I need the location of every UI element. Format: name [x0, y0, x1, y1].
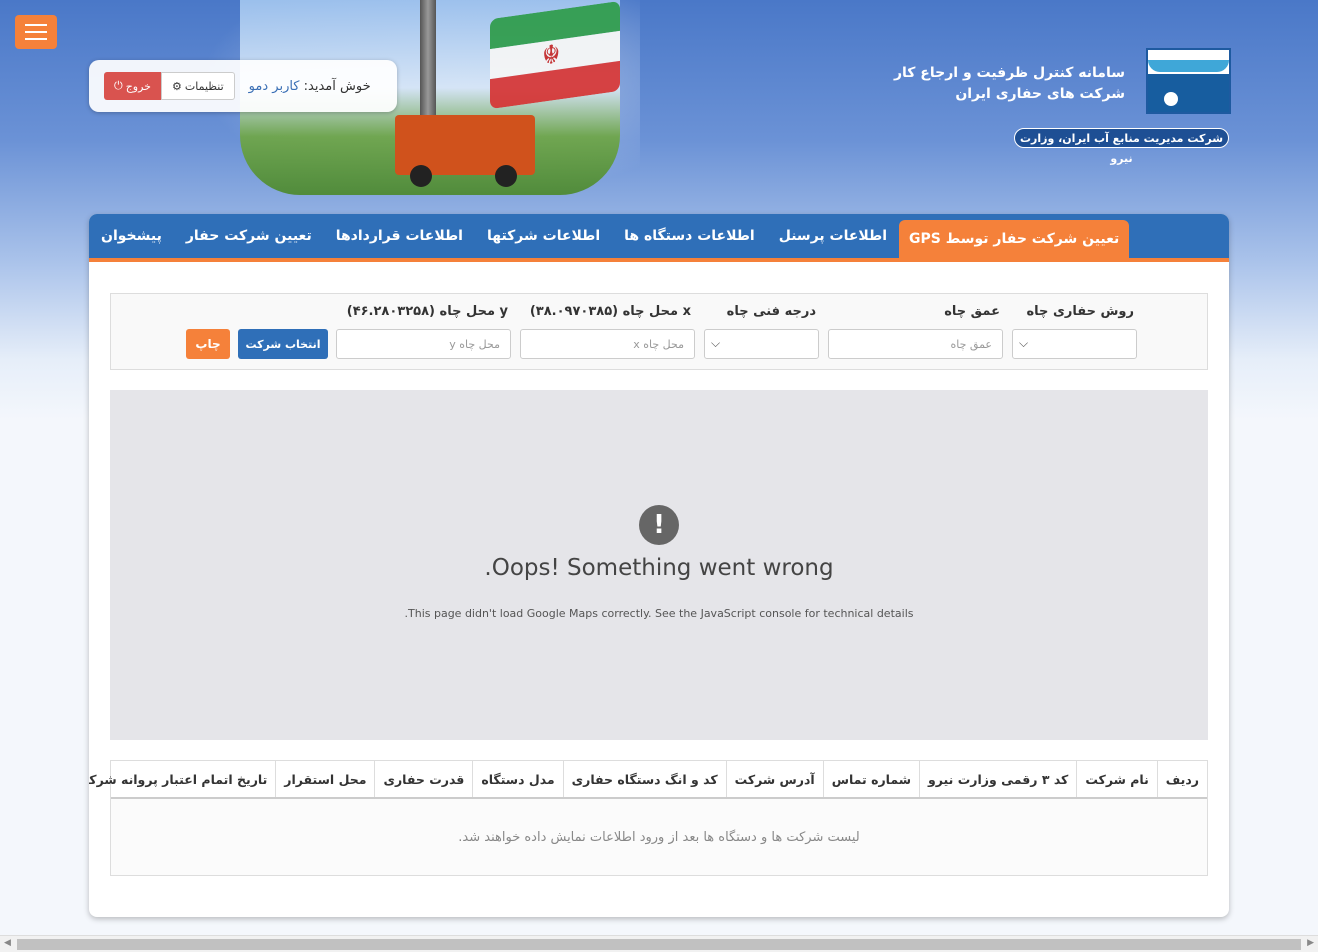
col-address[interactable]: آدرس شرکت: [725, 761, 823, 797]
scroll-left-icon[interactable]: ◀: [4, 938, 11, 948]
ministry-subtitle-badge: شرکت مدیریت منابع آب ایران، وزارت نیرو: [1014, 128, 1229, 165]
technical-grade-label: درجه فنی چاه: [726, 304, 816, 319]
table-header: ردیف نام شرکت کد ۳ رقمی وزارت نیرو شماره…: [89, 761, 1207, 799]
scrollbar-thumb[interactable]: [17, 939, 1301, 950]
col-company-name[interactable]: نام شرکت: [1076, 761, 1156, 797]
truck-wheel-graphic: [495, 165, 517, 187]
main-panel: پیشخوان تعیین شرکت حفار اطلاعات قرارداده…: [89, 214, 1229, 917]
chevron-down-icon: ⌵: [1019, 336, 1029, 350]
settings-label: تنظیمات: [184, 79, 224, 93]
app-title-line2: شرکت های حفاری ایران: [955, 86, 1125, 102]
flag-emblem-icon: ☬: [542, 39, 561, 72]
nav-assign-driller[interactable]: تعیین شرکت حفار: [174, 214, 324, 258]
app-title-line1: سامانه کنترل ظرفیت و ارجاع کار: [893, 65, 1125, 81]
main-nav: پیشخوان تعیین شرکت حفار اطلاعات قرارداده…: [89, 214, 1229, 262]
nav-companies[interactable]: اطلاعات شرکتها: [475, 214, 612, 258]
drilling-method-label: روش حفاری چاه: [1026, 304, 1135, 319]
power-icon: ⏻: [114, 79, 123, 92]
map-error-title: .Oops! Something went wrong: [484, 555, 834, 581]
well-depth-label: عمق چاه: [944, 304, 1000, 319]
nav-assign-by-gps[interactable]: تعیین شرکت حفار توسط GPS: [899, 220, 1130, 258]
well-depth-input[interactable]: عمق چاه: [828, 329, 1003, 359]
truck-wheel-graphic: [410, 165, 432, 187]
col-device-code[interactable]: کد و انگ دستگاه حفاری: [562, 761, 726, 797]
user-panel: ⏻ خروج ⚙ تنظیمات خوش آمدید: کاربر دمو: [89, 60, 397, 112]
chevron-down-icon: ⌵: [711, 336, 721, 350]
col-ministry-code[interactable]: کد ۳ رقمی وزارت نیرو: [919, 761, 1076, 797]
col-row[interactable]: ردیف: [1156, 761, 1207, 797]
settings-button[interactable]: ⚙ تنظیمات: [161, 72, 235, 100]
col-drilling-power[interactable]: قدرت حفاری: [374, 761, 472, 797]
company-logo: [1146, 48, 1231, 114]
iran-flag-image: ☬: [490, 0, 620, 110]
col-phone[interactable]: شماره تماس: [822, 761, 919, 797]
print-button[interactable]: چاپ: [186, 329, 230, 359]
nav-dashboard[interactable]: پیشخوان: [89, 214, 174, 258]
drilling-method-select[interactable]: ⌵: [1012, 329, 1137, 359]
gear-icon: ⚙: [172, 79, 182, 93]
well-x-label: x محل چاه (۳۸.۰۹۷۰۳۸۵): [529, 304, 691, 319]
technical-grade-select[interactable]: ⌵: [704, 329, 819, 359]
table-empty-message: لیست شرکت ها و دستگاه ها بعد از ورود اطل…: [111, 799, 1207, 875]
col-license-expiry[interactable]: تاریخ اتمام اعتبار پروانه شرکت: [89, 761, 275, 797]
hamburger-icon: [25, 24, 47, 26]
well-x-input[interactable]: محل چاه x: [520, 329, 695, 359]
well-y-label: y محل چاه (۴۶.۲۸۰۳۲۵۸): [346, 304, 508, 319]
google-map[interactable]: ! .Oops! Something went wrong .This page…: [110, 390, 1208, 740]
well-y-input[interactable]: محل چاه y: [336, 329, 511, 359]
col-device-model[interactable]: مدل دستگاه: [472, 761, 562, 797]
user-name-link[interactable]: کاربر دمو: [249, 79, 300, 94]
nav-devices[interactable]: اطلاعات دستگاه ها: [612, 214, 767, 258]
select-company-button[interactable]: انتخاب شرکت: [238, 329, 328, 359]
error-icon: !: [639, 505, 679, 545]
horizontal-scrollbar[interactable]: ◀ ▶: [0, 935, 1318, 952]
app-title: سامانه کنترل ظرفیت و ارجاع کار شرکت های …: [894, 63, 1125, 105]
filter-form: روش حفاری چاه ⌵ عمق چاه عمق چاه درجه فنی…: [110, 293, 1208, 370]
nav-personnel[interactable]: اطلاعات پرسنل: [767, 214, 899, 258]
welcome-text: خوش آمدید: کاربر دمو: [249, 79, 371, 94]
scroll-right-icon[interactable]: ▶: [1307, 938, 1314, 948]
col-location[interactable]: محل استقرار: [275, 761, 374, 797]
logout-label: خروج: [125, 79, 151, 93]
hamburger-menu-button[interactable]: [15, 15, 57, 49]
map-error-message: .This page didn't load Google Maps corre…: [404, 607, 914, 620]
logout-button[interactable]: ⏻ خروج: [104, 72, 161, 100]
nav-contracts[interactable]: اطلاعات قراردادها: [324, 214, 475, 258]
companies-table: ردیف نام شرکت کد ۳ رقمی وزارت نیرو شماره…: [89, 760, 1208, 876]
welcome-prefix: خوش آمدید:: [303, 78, 371, 94]
